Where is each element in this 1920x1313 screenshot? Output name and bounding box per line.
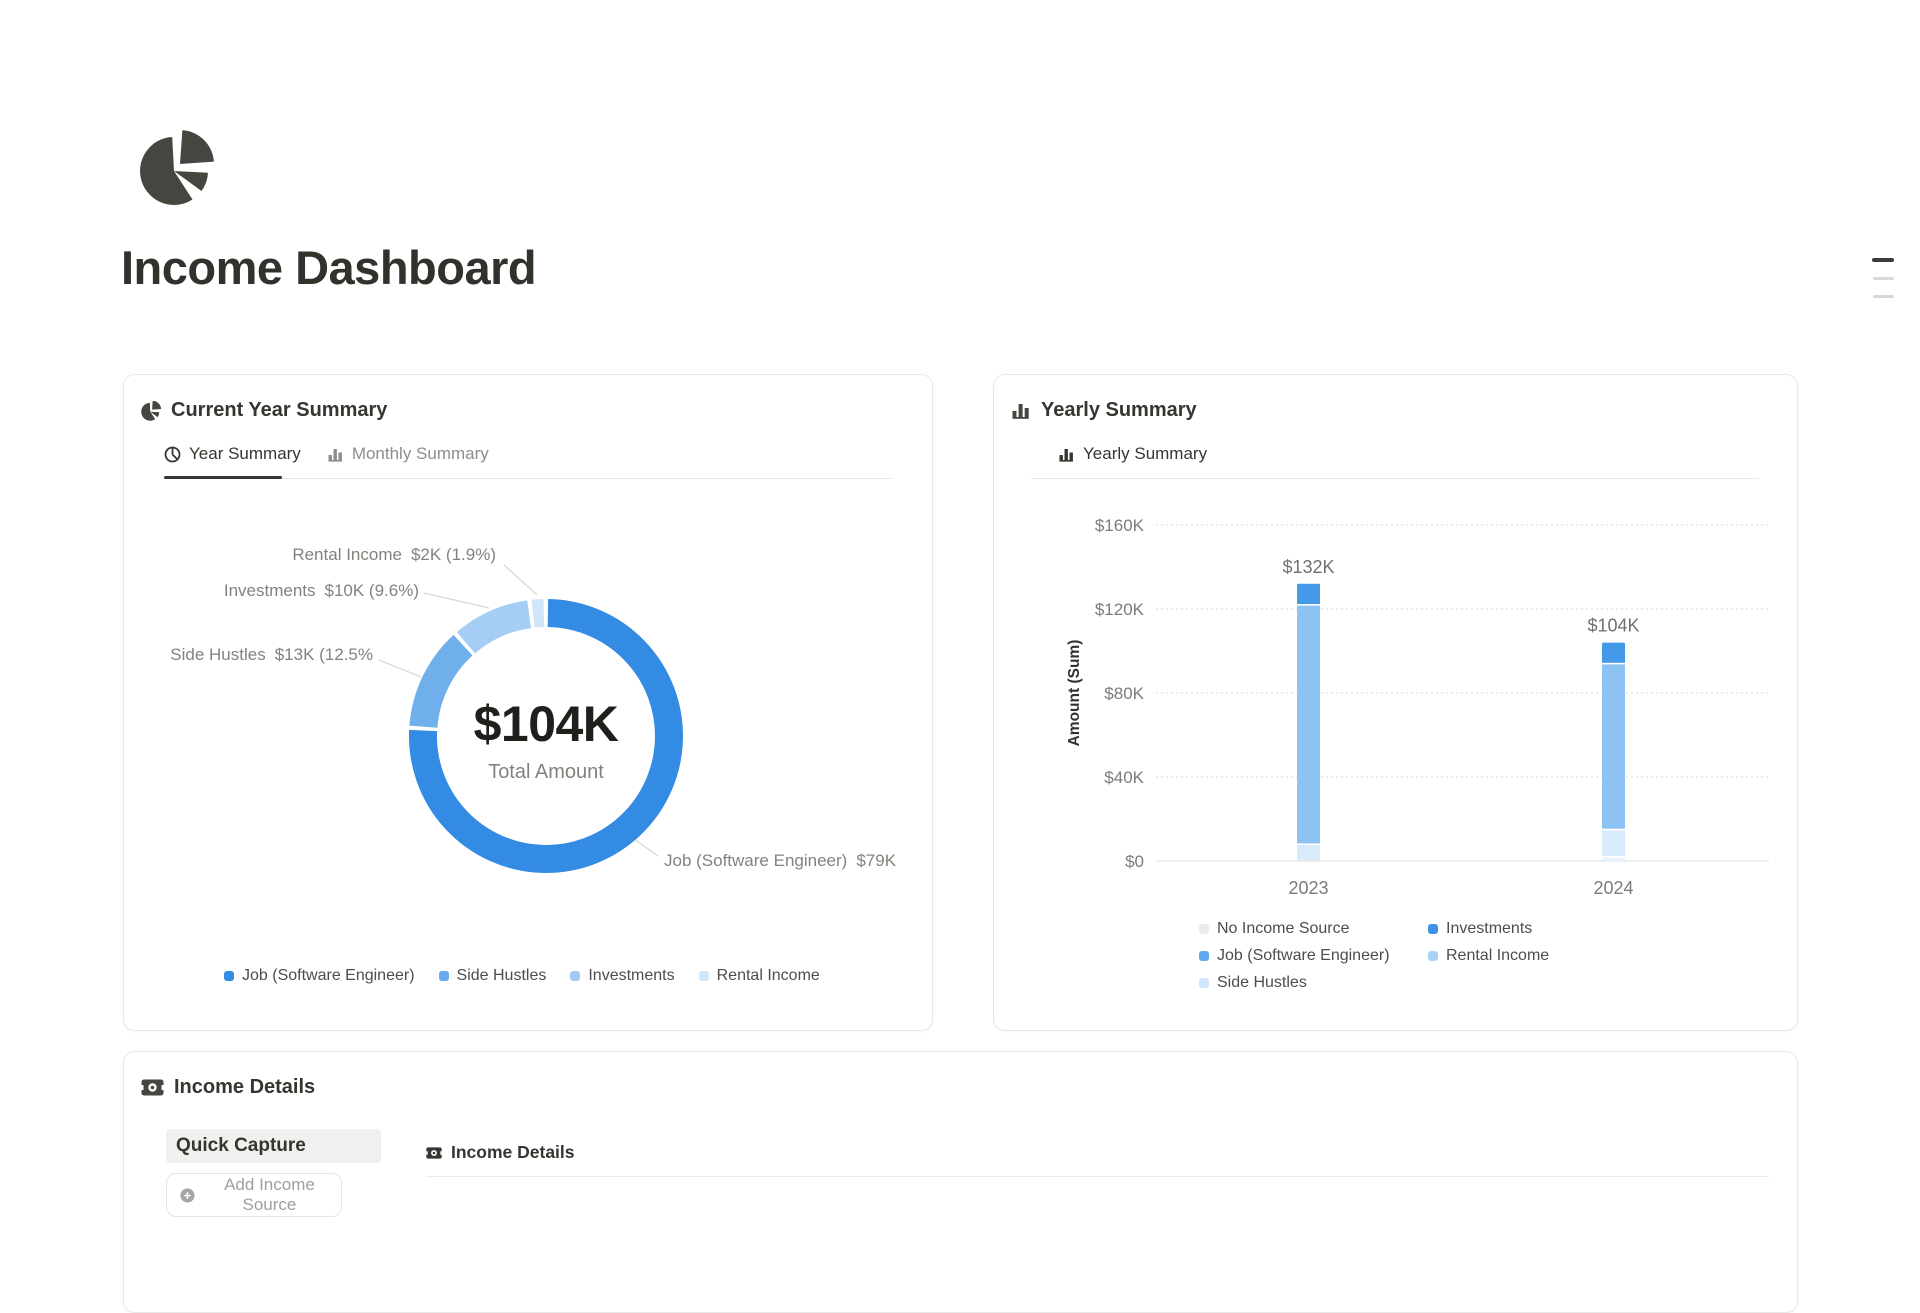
- donut-center: $104K Total Amount: [396, 695, 696, 784]
- subsection-title: Income Details: [451, 1142, 575, 1163]
- callout-rental-income: Rental Income$2K (1.9%): [292, 545, 496, 565]
- legend-label: Job (Software Engineer): [242, 967, 415, 985]
- bar-segment-investments[interactable]: [1297, 584, 1320, 605]
- segment-gap: [1601, 856, 1626, 858]
- bar-segment-job-software-engineer-[interactable]: [1602, 664, 1625, 830]
- legend-swatch: [699, 971, 709, 981]
- legend-item: Investments: [570, 967, 674, 985]
- y-tick-label: $0: [1125, 852, 1144, 871]
- quick-capture-heading[interactable]: Quick Capture: [166, 1129, 381, 1163]
- yearly-bar-chart: $0 $40K $80K $120K $160K Amount (Sum) $132K 202…: [994, 375, 1797, 1030]
- page-pie-chart-icon[interactable]: [139, 130, 215, 206]
- add-income-source-button[interactable]: Add Income Source: [166, 1173, 342, 1217]
- income-details-subsection-header: Income Details: [426, 1142, 575, 1163]
- callout-side-hustles: Side Hustles$13K (12.5%: [170, 645, 373, 665]
- legend-label: Side Hustles: [457, 967, 547, 985]
- add-income-source-label: Add Income Source: [204, 1175, 335, 1215]
- quick-capture-label: Quick Capture: [176, 1135, 306, 1157]
- segment-gap: [1296, 604, 1321, 606]
- bar-segment-side-hustles[interactable]: [1297, 844, 1320, 861]
- donut-total-caption: Total Amount: [396, 761, 696, 784]
- current-year-summary-card: Current Year Summary Year Summary Monthl…: [123, 374, 933, 1031]
- card-title: Income Details: [174, 1076, 315, 1099]
- legend-label: No Income Source: [1217, 920, 1350, 938]
- toc-line[interactable]: [1873, 277, 1894, 280]
- legend-item: Investments: [1428, 920, 1549, 938]
- legend-item: Job (Software Engineer): [1199, 947, 1390, 965]
- legend-label: Rental Income: [717, 967, 820, 985]
- yearly-summary-card: Yearly Summary Yearly Summary $0$40K$80K…: [993, 374, 1798, 1031]
- card-header: Income Details: [141, 1076, 315, 1099]
- bar-total-label: $104K: [1587, 616, 1639, 636]
- segment-gap: [1296, 843, 1321, 845]
- y-tick-label: $40K: [1104, 768, 1144, 787]
- segment-gap: [1601, 663, 1626, 665]
- legend-label: Rental Income: [1446, 947, 1549, 965]
- x-category-label: 2023: [1288, 878, 1328, 898]
- bar-segment-investments[interactable]: [1602, 643, 1625, 664]
- donut-legend: Job (Software Engineer) Side Hustles Inves…: [224, 967, 820, 985]
- bar-total-label: $132K: [1282, 557, 1334, 577]
- callout-job: Job (Software Engineer)$79K: [664, 851, 896, 871]
- pie-slice: [180, 130, 214, 164]
- legend-swatch: [1199, 924, 1209, 934]
- legend-item: Side Hustles: [439, 967, 547, 985]
- legend-label: Side Hustles: [1217, 974, 1307, 992]
- bar-legend-column-2: Investments Rental Income: [1428, 920, 1549, 965]
- page-title: Income Dashboard: [121, 240, 536, 295]
- legend-swatch: [1199, 978, 1209, 988]
- segment-gap: [1601, 829, 1626, 831]
- donut-segment-investments[interactable]: [466, 614, 529, 643]
- banknote-icon: [141, 1079, 164, 1096]
- y-axis-label: Amount (Sum): [1066, 640, 1083, 747]
- legend-label: Job (Software Engineer): [1217, 947, 1390, 965]
- income-dashboard-page: { "page": { "title": "Income Dashboard",…: [0, 0, 1920, 1199]
- legend-label: Investments: [588, 967, 674, 985]
- y-tick-label: $120K: [1095, 600, 1145, 619]
- legend-swatch: [224, 971, 234, 981]
- bar-legend-column-1: No Income Source Job (Software Engineer) S…: [1199, 920, 1390, 992]
- legend-swatch: [439, 971, 449, 981]
- table-of-contents[interactable]: [1872, 255, 1896, 305]
- toc-line[interactable]: [1873, 295, 1894, 298]
- legend-label: Investments: [1446, 920, 1532, 938]
- legend-item: Side Hustles: [1199, 974, 1390, 992]
- y-tick-label: $80K: [1104, 684, 1144, 703]
- income-details-card: Income Details Quick Capture Add Income …: [123, 1051, 1798, 1313]
- donut-total-value: $104K: [396, 695, 696, 753]
- donut-segment-rental-income[interactable]: [533, 613, 544, 614]
- legend-item: Job (Software Engineer): [224, 967, 415, 985]
- divider: [426, 1176, 1769, 1177]
- legend-swatch: [1199, 951, 1209, 961]
- legend-item: Rental Income: [1428, 947, 1549, 965]
- toc-line[interactable]: [1872, 258, 1894, 262]
- banknote-icon: [426, 1147, 442, 1159]
- legend-item: No Income Source: [1199, 920, 1390, 938]
- y-tick-label: $160K: [1095, 516, 1145, 535]
- bar-segment-job-software-engineer-[interactable]: [1297, 605, 1320, 844]
- legend-item: Rental Income: [699, 967, 820, 985]
- plus-circle-icon: [180, 1187, 195, 1204]
- legend-swatch: [1428, 924, 1438, 934]
- bar-segment-side-hustles[interactable]: [1602, 830, 1625, 857]
- callout-investments: Investments$10K (9.6%): [224, 581, 419, 601]
- x-category-label: 2024: [1593, 878, 1633, 898]
- legend-swatch: [1428, 951, 1438, 961]
- legend-swatch: [570, 971, 580, 981]
